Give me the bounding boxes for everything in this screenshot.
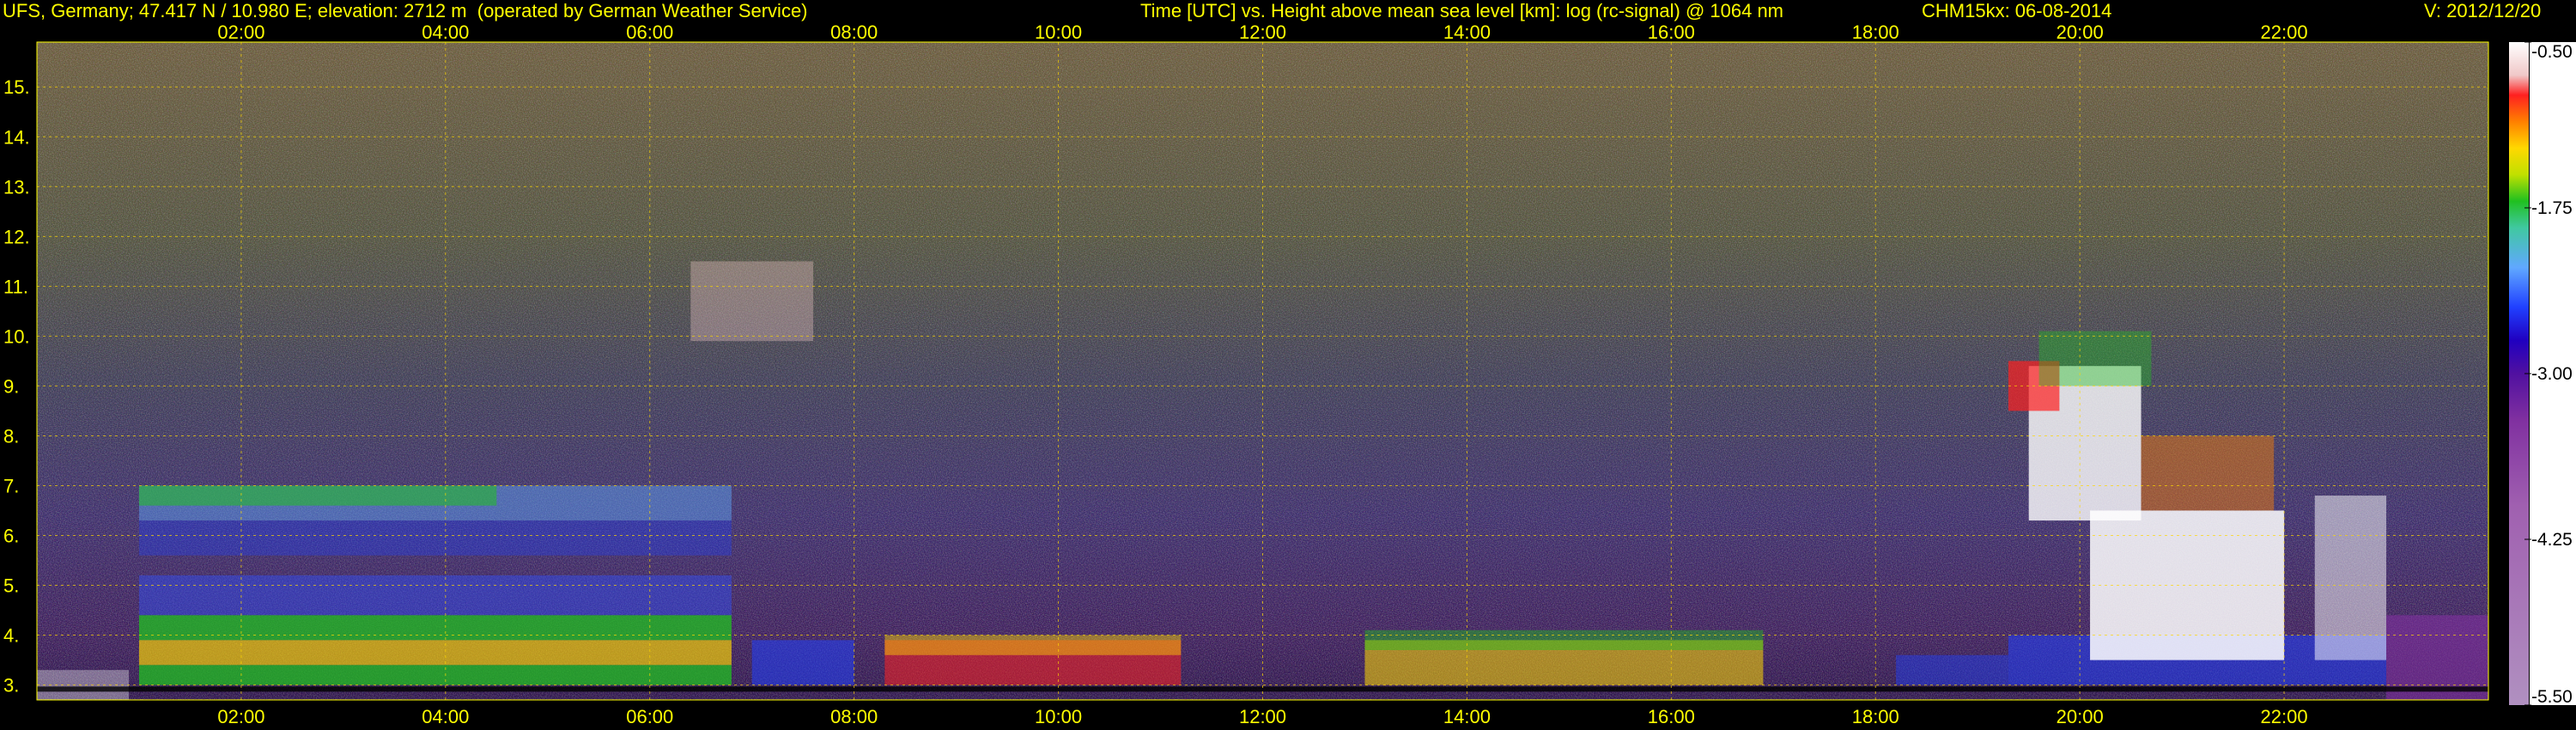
ceilometer-page: UFS, Germany; 47.417 N / 10.980 E; eleva… <box>0 0 2576 730</box>
x-tick-label-top: 18:00 <box>1852 21 1899 43</box>
y-tick-label: 15. <box>3 76 30 98</box>
backscatter-feature <box>751 640 854 685</box>
x-tick-label: 12:00 <box>1239 706 1286 727</box>
x-tick-label-top: 10:00 <box>1035 21 1082 43</box>
x-tick-label: 06:00 <box>626 706 673 727</box>
y-tick-label: 10. <box>3 325 30 347</box>
colorbar-tick-label: -5.50 <box>2531 687 2573 707</box>
backscatter-feature <box>138 665 732 685</box>
backscatter-feature <box>138 575 732 616</box>
y-tick-label: 9. <box>3 375 19 397</box>
y-tick-label: 8. <box>3 425 19 447</box>
x-tick-label-top: 20:00 <box>2057 21 2104 43</box>
x-tick-label: 08:00 <box>830 706 878 727</box>
x-tick-label: 10:00 <box>1035 706 1082 727</box>
y-tick-label: 6. <box>3 526 19 547</box>
x-tick-label-top: 08:00 <box>830 21 878 43</box>
y-axis: 3. 4. 5. 6. 7. 8. 9. 10. 11. 12. 13. 14. 15. <box>3 76 30 696</box>
backscatter-feature <box>2141 435 2275 511</box>
colorbar-tick-label: -0.50 <box>2531 42 2573 62</box>
y-tick-label: 3. <box>3 675 19 697</box>
backscatter-feature <box>138 615 732 641</box>
x-tick-label-top: 14:00 <box>1443 21 1491 43</box>
backscatter-feature <box>1364 630 1764 650</box>
x-tick-label: 16:00 <box>1648 706 1695 727</box>
x-tick-label: 14:00 <box>1443 706 1491 727</box>
x-tick-label-top: 02:00 <box>217 21 264 43</box>
x-tick-label: 22:00 <box>2261 706 2308 727</box>
x-tick-label-top: 12:00 <box>1239 21 1286 43</box>
y-tick-label: 14. <box>3 126 30 148</box>
backscatter-feature <box>138 520 732 556</box>
backscatter-feature <box>138 640 732 666</box>
backscatter-feature <box>690 261 814 342</box>
colorbar-tick-label: -4.25 <box>2531 530 2573 550</box>
x-tick-label: 02:00 <box>217 706 264 727</box>
backscatter-feature <box>1896 654 2008 685</box>
y-tick-label: 12. <box>3 226 30 247</box>
backscatter-chart: 02:00 04:00 06:00 08:00 10:00 12:00 14:00 16:00… <box>3 21 2576 727</box>
colorbar-tick-label: -1.75 <box>2531 198 2573 218</box>
x-tick-label: 18:00 <box>1852 706 1899 727</box>
x-axis-bottom: 02:00 04:00 06:00 08:00 10:00 12:00 14:00 16:00… <box>217 706 2307 727</box>
x-tick-label-top: 04:00 <box>422 21 469 43</box>
y-tick-label: 5. <box>3 575 19 597</box>
x-tick-label-top: 16:00 <box>1648 21 1695 43</box>
y-tick-label: 13. <box>3 176 30 198</box>
y-tick-label: 11. <box>3 276 28 297</box>
x-axis-top: 02:00 04:00 06:00 08:00 10:00 12:00 14:00 16:00… <box>217 21 2307 43</box>
x-tick-label: 20:00 <box>2057 706 2104 727</box>
plot-area <box>37 42 2488 700</box>
x-tick-label: 04:00 <box>422 706 469 727</box>
y-tick-label: 4. <box>3 625 19 647</box>
backscatter-feature <box>138 485 497 506</box>
y-tick-label: 7. <box>3 475 19 496</box>
backscatter-feature <box>2038 331 2152 386</box>
colorbar-tick-label: -3.00 <box>2531 364 2573 384</box>
backscatter-feature <box>884 635 1182 655</box>
x-tick-label-top: 22:00 <box>2261 21 2308 43</box>
colorbar: -0.50 -1.75 -3.00 -4.25 -5.50 <box>2509 41 2576 707</box>
x-tick-label-top: 06:00 <box>626 21 673 43</box>
